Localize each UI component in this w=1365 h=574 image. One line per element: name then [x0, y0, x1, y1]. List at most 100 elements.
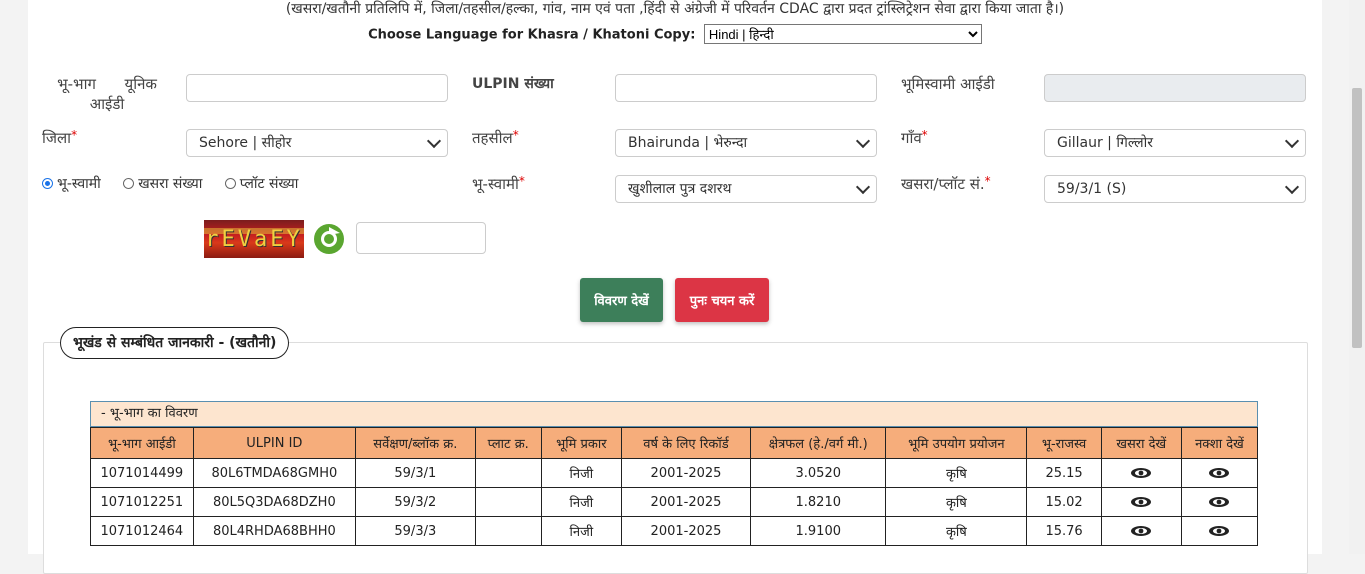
required-mark: *	[518, 174, 525, 188]
table-row: 1071014499 80L6TMDA68GMH0 59/3/1 निजी 20…	[90, 458, 1259, 488]
eye-icon[interactable]	[1130, 496, 1152, 508]
col-revenue: भू-राजस्व	[1026, 427, 1102, 459]
col-land-use: भूमि उपयोग प्रयोजन	[885, 427, 1028, 459]
cell-view-khasra[interactable]	[1100, 487, 1182, 517]
cell-revenue: 15.76	[1026, 516, 1102, 546]
ulpin-label: ULPIN संख्या	[472, 76, 554, 92]
captcha-input[interactable]	[356, 222, 486, 254]
radio-button[interactable]	[123, 178, 135, 189]
owner-label: भू-स्वामी*	[472, 174, 525, 194]
radio-button[interactable]	[224, 178, 236, 189]
cell-area: 3.0520	[750, 458, 887, 488]
cell-revenue: 15.02	[1026, 487, 1102, 517]
captcha-image: rEVaEY	[204, 220, 304, 258]
district-select[interactable]: Sehore | सीहोर	[186, 129, 448, 157]
cell-survey: 59/3/2	[355, 487, 476, 517]
radio-khasra-label: खसरा संख्या	[138, 176, 203, 192]
eye-icon[interactable]	[1208, 496, 1230, 508]
cell-survey: 59/3/1	[355, 458, 476, 488]
parcel-id-label: भू-भाग यूनिक आईडी	[52, 74, 162, 114]
cell-view-khasra[interactable]	[1100, 458, 1182, 488]
cell-plot	[474, 458, 542, 488]
eye-icon[interactable]	[1130, 467, 1152, 479]
radio-owner[interactable]: भू-स्वामी	[42, 174, 101, 193]
cell-plot	[474, 516, 542, 546]
cell-revenue: 25.15	[1026, 458, 1102, 488]
col-view-map: नक्शा देखें	[1180, 427, 1259, 459]
chevron-down-icon	[855, 179, 871, 195]
chevron-down-icon	[426, 133, 442, 149]
transliteration-note: (खसरा/खतौनी प्रतिलिपि में, जिला/तहसील/हल…	[285, 1, 1065, 17]
eye-icon[interactable]	[1130, 525, 1152, 537]
reset-button[interactable]: पुनः चयन करें	[675, 278, 769, 322]
village-label: गाँव*	[901, 128, 928, 148]
radio-khasra[interactable]: खसरा संख्या	[123, 174, 202, 193]
cell-view-khasra[interactable]	[1100, 516, 1182, 546]
district-value: Sehore | सीहोर	[199, 135, 292, 151]
chevron-down-icon	[1284, 133, 1300, 149]
required-mark: *	[984, 174, 991, 188]
district-label-text: जिला	[42, 129, 72, 147]
eye-icon[interactable]	[1208, 467, 1230, 479]
search-by-radio-group: भू-स्वामी खसरा संख्या प्लॉट संख्या	[42, 174, 316, 193]
table-caption: - भू-भाग का विवरण	[90, 401, 1258, 427]
parcel-table: भू-भाग आईडी ULPIN ID सर्वेक्षण/ब्लॉक क्र…	[90, 427, 1259, 546]
owner-id-label: भूमिस्वामी आईडी	[901, 75, 995, 93]
page-scrollbar[interactable]	[1349, 0, 1365, 554]
radio-plot-label: प्लॉट संख्या	[239, 176, 299, 192]
cell-view-map[interactable]	[1180, 458, 1259, 488]
cell-parcel-id: 1071014499	[90, 458, 194, 488]
cell-area: 1.9100	[750, 516, 887, 546]
required-mark: *	[921, 128, 928, 142]
cell-view-map[interactable]	[1180, 516, 1259, 546]
khasra-select[interactable]: 59/3/1 (S)	[1044, 175, 1306, 203]
cell-survey: 59/3/3	[355, 516, 476, 546]
view-details-button[interactable]: विवरण देखें	[580, 278, 663, 322]
language-row: Choose Language for Khasra / Khatoni Cop…	[28, 24, 1322, 44]
cell-land-use: कृषि	[885, 487, 1028, 517]
col-land-type: भूमि प्रकार	[540, 427, 622, 459]
owner-id-input	[1044, 74, 1306, 102]
language-select[interactable]: Hindi | हिन्दी	[703, 24, 982, 44]
cell-record-year: 2001-2025	[620, 458, 752, 488]
chevron-down-icon	[1284, 179, 1300, 195]
district-label: जिला*	[42, 128, 77, 148]
parcel-id-input[interactable]	[186, 74, 448, 102]
owner-value: खुशीलाल पुत्र दशरथ	[628, 181, 732, 197]
radio-plot[interactable]: प्लॉट संख्या	[224, 174, 299, 193]
cell-parcel-id: 1071012464	[90, 516, 194, 546]
language-label: Choose Language for Khasra / Khatoni Cop…	[368, 27, 696, 43]
eye-icon[interactable]	[1208, 525, 1230, 537]
cell-view-map[interactable]	[1180, 487, 1259, 517]
tehsil-select[interactable]: Bhairunda | भेरुन्दा	[615, 129, 877, 157]
col-area: क्षेत्रफल (हे./वर्ग मी.)	[750, 427, 887, 459]
village-label-text: गाँव	[901, 129, 922, 147]
captcha-text: rEVaEY	[205, 227, 303, 252]
ulpin-input[interactable]	[615, 74, 877, 102]
cell-land-use: कृषि	[885, 458, 1028, 488]
cell-land-type: निजी	[540, 516, 622, 546]
cell-plot	[474, 487, 542, 517]
village-select[interactable]: Gillaur | गिल्लोर	[1044, 129, 1306, 157]
owner-select[interactable]: खुशीलाल पुत्र दशरथ	[615, 175, 877, 203]
cell-ulpin: 80L4RHDA68BHH0	[192, 516, 357, 546]
cell-land-type: निजी	[540, 458, 622, 488]
parcel-id-label-line2: आईडी	[89, 95, 125, 113]
khasra-value: 59/3/1 (S)	[1057, 181, 1127, 197]
col-ulpin: ULPIN ID	[192, 427, 357, 459]
table-row: 1071012464 80L4RHDA68BHH0 59/3/3 निजी 20…	[90, 516, 1259, 546]
col-record-year: वर्ष के लिए रिकॉर्ड	[620, 427, 752, 459]
scrollbar-thumb[interactable]	[1352, 88, 1362, 348]
radio-owner-label: भू-स्वामी	[57, 176, 101, 192]
col-plot: प्लाट क्र.	[474, 427, 542, 459]
table-header-row: भू-भाग आईडी ULPIN ID सर्वेक्षण/ब्लॉक क्र…	[90, 427, 1259, 459]
cell-land-use: कृषि	[885, 516, 1028, 546]
refresh-icon[interactable]	[312, 222, 346, 256]
parcel-id-label-line1: भू-भाग यूनिक	[57, 75, 157, 93]
table-row: 1071012251 80L5Q3DA68DZH0 59/3/2 निजी 20…	[90, 487, 1259, 517]
radio-button[interactable]	[42, 178, 53, 189]
village-value: Gillaur | गिल्लोर	[1057, 135, 1154, 151]
tehsil-label-text: तहसील	[472, 129, 513, 147]
col-view-khasra: खसरा देखें	[1100, 427, 1182, 459]
required-mark: *	[512, 128, 519, 142]
